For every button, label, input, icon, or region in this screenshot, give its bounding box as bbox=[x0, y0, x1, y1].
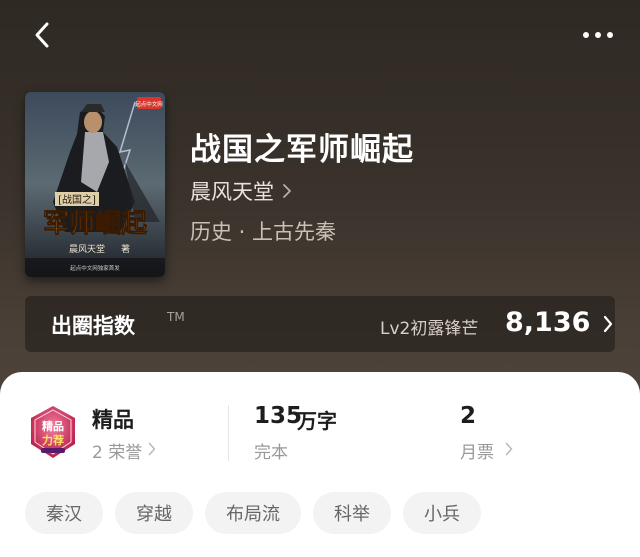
more-button[interactable] bbox=[580, 20, 616, 50]
cover-author-suffix: 著 bbox=[121, 243, 130, 255]
tag-chip[interactable]: 布局流 bbox=[205, 492, 301, 534]
author-link[interactable]: 晨风天堂 bbox=[190, 176, 292, 206]
tag-chip[interactable]: 秦汉 bbox=[25, 492, 103, 534]
index-trademark: TM bbox=[167, 310, 185, 324]
index-label: 出圈指数 bbox=[51, 314, 135, 338]
book-title: 战国之军师崛起 bbox=[190, 132, 414, 168]
book-cover[interactable]: 起点中文网 [战国之] 军师崛起 晨风天堂 著 起点中文网独家首发 bbox=[25, 92, 165, 277]
completion-status: 完本 bbox=[254, 443, 288, 463]
more-horizontal-icon bbox=[583, 32, 613, 38]
index-level: Lv2初露锋芒 bbox=[380, 319, 479, 339]
cover-author: 晨风天堂 bbox=[69, 243, 105, 255]
chevron-right-icon bbox=[505, 442, 513, 456]
honor-title: 精品 bbox=[92, 408, 134, 432]
popularity-index-bar[interactable]: 出圈指数 TM Lv2初露锋芒 8,136 bbox=[25, 296, 615, 352]
chevron-left-icon bbox=[35, 22, 49, 48]
book-cover-art: 起点中文网 [战国之] 军师崛起 晨风天堂 著 起点中文网独家首发 bbox=[25, 92, 165, 277]
index-value: 8,136 bbox=[505, 307, 591, 338]
word-count-number: 135 bbox=[254, 403, 303, 429]
book-category: 历史 · 上古先秦 bbox=[190, 220, 337, 244]
tag-chip[interactable]: 穿越 bbox=[115, 492, 193, 534]
author-name: 晨风天堂 bbox=[190, 180, 274, 204]
badge-line-1: 精品 bbox=[42, 419, 64, 433]
quality-badge-icon[interactable]: 精品 力荐 bbox=[25, 404, 81, 460]
word-count-unit: 万字 bbox=[297, 409, 337, 433]
chevron-right-icon bbox=[283, 184, 291, 198]
tag-chip[interactable]: 科举 bbox=[313, 492, 391, 534]
badge-line-2: 力荐 bbox=[42, 433, 64, 447]
monthly-ticket-label[interactable]: 月票 bbox=[460, 438, 494, 463]
cover-publisher-badge: 起点中文网 bbox=[135, 100, 163, 108]
cover-big-title: 军师崛起 bbox=[43, 209, 148, 239]
stats-divider bbox=[228, 405, 229, 461]
top-bar bbox=[0, 0, 640, 70]
back-button[interactable] bbox=[28, 20, 58, 50]
chevron-right-icon bbox=[148, 442, 156, 456]
tag-chip[interactable]: 小兵 bbox=[403, 492, 481, 534]
tag-list: 秦汉 穿越 布局流 科举 小兵 bbox=[25, 492, 481, 534]
cover-footer-text: 起点中文网独家首发 bbox=[70, 264, 120, 272]
chevron-right-icon bbox=[603, 315, 613, 333]
honor-count[interactable]: 2 荣誉 bbox=[92, 438, 142, 463]
monthly-ticket-count: 2 bbox=[460, 403, 477, 429]
cover-small-title: [战国之] bbox=[58, 193, 96, 206]
